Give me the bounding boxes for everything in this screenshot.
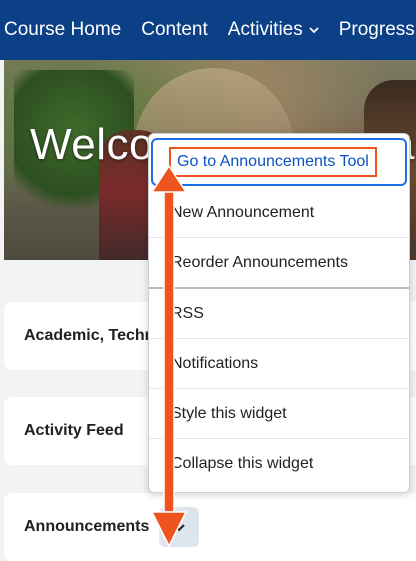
menu-item-label: New Announcement (171, 203, 315, 221)
menu-item-label: Collapse this widget (171, 455, 314, 472)
chevron-down-icon (173, 524, 186, 532)
menu-item-collapse-this-widget[interactable]: Collapse this widget (149, 439, 409, 489)
chevron-down-icon (309, 27, 319, 34)
banner-title: Welco (30, 120, 154, 169)
widget-title: Announcements (24, 518, 150, 535)
widget-title: Academic, Techno (24, 327, 165, 344)
menu-item-label: Reorder Announcements (171, 253, 348, 271)
widget-title: Activity Feed (24, 422, 124, 439)
menu-item-label: Notifications (171, 354, 259, 372)
menu-item-label: RSS (171, 304, 204, 322)
nav-content[interactable]: Content (141, 19, 208, 41)
menu-item-style-this-widget[interactable]: Style this widget (149, 389, 409, 439)
menu-item-new-announcement[interactable]: New Announcement (149, 188, 409, 238)
nav-progress-label: Progress (338, 19, 415, 40)
menu-item-label: Go to Announcements Tool (169, 147, 377, 177)
announcements-options-button[interactable] (159, 507, 200, 547)
nav-progress[interactable]: Progress (339, 19, 415, 41)
menu-item-label: Style this widget (171, 404, 287, 422)
announcements-menu: Go to Announcements Tool New Announcemen… (148, 133, 410, 493)
menu-item-go-to-announcements-tool[interactable]: Go to Announcements Tool (151, 138, 407, 186)
menu-item-rss[interactable]: RSS (149, 289, 409, 339)
menu-item-notifications[interactable]: Notifications (149, 339, 409, 389)
course-navbar: Course Home Content Activities Progress (0, 0, 416, 60)
widget-announcements: Announcements (4, 493, 416, 561)
nav-activities[interactable]: Activities (228, 19, 319, 41)
menu-item-reorder-announcements[interactable]: Reorder Announcements (149, 238, 409, 288)
nav-activities-label: Activities (227, 19, 303, 40)
nav-course-home[interactable]: Course Home (4, 19, 121, 41)
nav-content-label: Content (141, 19, 208, 40)
nav-course-home-label: Course Home (4, 19, 122, 40)
